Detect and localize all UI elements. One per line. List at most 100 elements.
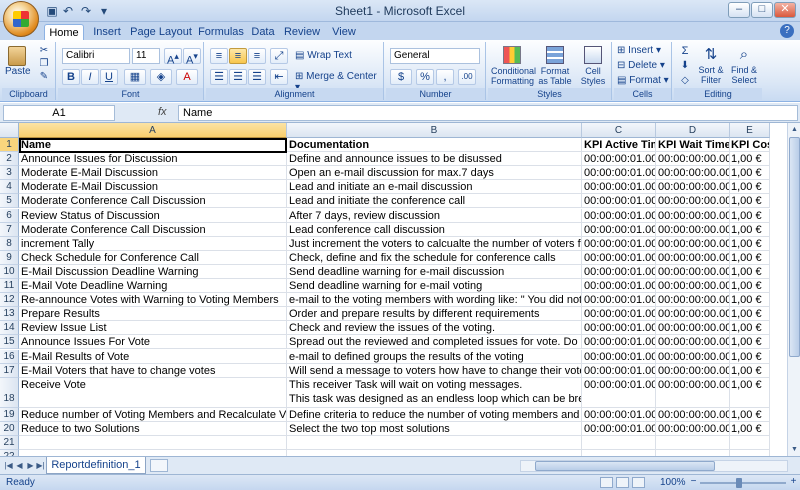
vertical-scroll-thumb[interactable] <box>789 137 800 357</box>
fill-icon[interactable]: ⬇ <box>676 59 694 72</box>
decrease-indent-icon[interactable]: ⇤ <box>270 69 288 85</box>
table-cell[interactable]: Moderate Conference Call Discussion <box>19 194 287 209</box>
format-cells-button[interactable]: ▤ Format ▾ <box>616 74 670 87</box>
header-cell[interactable]: KPI Active Time <box>582 138 656 153</box>
table-cell[interactable]: This receiver Task will wait on voting m… <box>287 377 582 408</box>
table-cell[interactable]: 00:00:00:00.000 <box>656 250 730 265</box>
wrap-text-button[interactable]: ▤ Wrap Text <box>294 49 380 64</box>
row-header[interactable]: 20 <box>0 421 19 436</box>
table-cell[interactable]: 00:00:00:01.000 <box>582 166 656 181</box>
align-left-icon[interactable]: ☰ <box>210 69 228 85</box>
header-cell[interactable]: KPI Wait Time <box>656 138 730 153</box>
table-cell[interactable]: 00:00:00:00.000 <box>656 307 730 322</box>
shrink-font-icon[interactable]: A▾ <box>183 48 201 67</box>
table-cell[interactable]: Prepare Results <box>19 307 287 322</box>
table-cell[interactable]: 1,00 € <box>730 166 770 181</box>
table-cell[interactable]: Spread out the reviewed and completed is… <box>287 335 582 350</box>
conditional-formatting-button[interactable]: Conditional Formatting <box>490 44 536 88</box>
table-cell[interactable]: 1,00 € <box>730 407 770 422</box>
table-cell[interactable]: 1,00 € <box>730 208 770 223</box>
insert-sheet-icon[interactable] <box>150 459 168 472</box>
header-cell[interactable]: Name <box>19 138 287 153</box>
select-all-corner[interactable] <box>0 123 19 138</box>
table-cell[interactable]: 00:00:00:00.000 <box>656 377 730 408</box>
page-layout-view-icon[interactable] <box>616 477 629 488</box>
table-cell[interactable]: 00:00:00:00.000 <box>656 194 730 209</box>
table-cell[interactable]: Lead and initiate the conference call <box>287 194 582 209</box>
row-header[interactable]: 9 <box>0 250 19 265</box>
percent-icon[interactable]: % <box>416 69 434 85</box>
cell-styles-button[interactable]: Cell Styles <box>576 44 610 88</box>
header-cell[interactable]: Documentation <box>287 138 582 153</box>
find-select-button[interactable]: ⌕ Find & Select <box>728 44 760 88</box>
insert-cells-button[interactable]: ⊞ Insert ▾ <box>616 44 670 57</box>
table-cell[interactable]: 1,00 € <box>730 335 770 350</box>
font-color-icon[interactable]: A <box>176 69 198 85</box>
row-header[interactable]: 13 <box>0 307 19 322</box>
table-cell[interactable]: Announce Issues For Vote <box>19 335 287 350</box>
table-cell[interactable]: 00:00:00:01.000 <box>582 421 656 436</box>
sort-filter-button[interactable]: ⇅ Sort & Filter <box>696 44 726 88</box>
table-cell[interactable] <box>582 435 656 450</box>
table-cell[interactable]: increment Tally <box>19 236 287 251</box>
scroll-down-icon[interactable]: ▼ <box>788 443 800 456</box>
scroll-up-icon[interactable]: ▲ <box>788 123 800 136</box>
table-cell[interactable]: Review Status of Discussion <box>19 208 287 223</box>
last-sheet-icon[interactable]: ▶| <box>35 460 46 472</box>
table-cell[interactable]: 00:00:00:01.000 <box>582 194 656 209</box>
table-cell[interactable]: Check Schedule for Conference Call <box>19 250 287 265</box>
row-header[interactable]: 3 <box>0 166 19 181</box>
table-cell[interactable]: 1,00 € <box>730 279 770 294</box>
table-cell[interactable] <box>730 435 770 450</box>
table-cell[interactable]: 1,00 € <box>730 307 770 322</box>
copy-icon[interactable]: ❐ <box>36 57 52 69</box>
merge-center-button[interactable]: ⊞ Merge & Center ▾ <box>294 70 382 93</box>
table-cell[interactable]: 00:00:00:01.000 <box>582 349 656 364</box>
table-cell[interactable]: Review Issue List <box>19 321 287 336</box>
table-cell[interactable]: 00:00:00:01.000 <box>582 180 656 195</box>
row-header[interactable]: 2 <box>0 152 19 167</box>
zoom-level[interactable]: 100% <box>660 477 686 488</box>
font-name-box[interactable]: Calibri <box>62 48 130 64</box>
horizontal-scroll-thumb[interactable] <box>535 461 715 471</box>
borders-icon[interactable]: ▦ <box>124 69 146 85</box>
zoom-out-icon[interactable]: − <box>688 477 699 488</box>
sheet-tab-reportdefinition[interactable]: Reportdefinition_1 <box>46 457 146 474</box>
table-cell[interactable]: 00:00:00:00.000 <box>656 222 730 237</box>
table-cell[interactable]: Lead and initiate an e-mail discussion <box>287 180 582 195</box>
grow-font-icon[interactable]: A▴ <box>164 48 182 67</box>
table-cell[interactable]: 00:00:00:00.000 <box>656 264 730 279</box>
table-cell[interactable]: 1,00 € <box>730 377 770 408</box>
table-cell[interactable]: Announce Issues for Discussion <box>19 152 287 167</box>
table-cell[interactable]: 1,00 € <box>730 293 770 308</box>
table-cell[interactable]: 00:00:00:01.000 <box>582 307 656 322</box>
autosum-icon[interactable]: Σ <box>676 44 694 57</box>
horizontal-scrollbar[interactable] <box>520 460 788 472</box>
table-cell[interactable]: Reduce to two Solutions <box>19 421 287 436</box>
tab-formulas[interactable]: Formulas <box>196 24 246 40</box>
table-cell[interactable]: E-Mail Vote Deadline Warning <box>19 279 287 294</box>
row-header[interactable]: 4 <box>0 180 19 195</box>
table-cell[interactable]: Just increment the voters to calcualte t… <box>287 236 582 251</box>
table-cell[interactable]: 1,00 € <box>730 349 770 364</box>
row-header[interactable]: 14 <box>0 321 19 336</box>
orientation-icon[interactable]: ⤢ <box>270 48 288 64</box>
font-size-box[interactable]: 11 <box>132 48 160 64</box>
format-painter-icon[interactable]: ✎ <box>36 70 52 82</box>
table-cell[interactable]: 00:00:00:00.000 <box>656 407 730 422</box>
table-cell[interactable]: 1,00 € <box>730 236 770 251</box>
table-cell[interactable]: 1,00 € <box>730 194 770 209</box>
table-cell[interactable]: 1,00 € <box>730 363 770 378</box>
table-cell[interactable]: 1,00 € <box>730 222 770 237</box>
table-cell[interactable] <box>19 435 287 450</box>
table-cell[interactable]: 00:00:00:01.000 <box>582 377 656 408</box>
zoom-slider[interactable] <box>700 482 786 484</box>
table-cell[interactable]: Receive Vote <box>19 377 287 408</box>
help-icon[interactable]: ? <box>780 24 794 38</box>
formula-input[interactable]: Name <box>178 105 798 121</box>
tab-insert[interactable]: Insert <box>88 24 126 40</box>
align-middle-icon[interactable]: ≡ <box>229 48 247 64</box>
normal-view-icon[interactable] <box>600 477 613 488</box>
table-cell[interactable]: 00:00:00:00.000 <box>656 236 730 251</box>
table-cell[interactable]: 00:00:00:00.000 <box>656 349 730 364</box>
